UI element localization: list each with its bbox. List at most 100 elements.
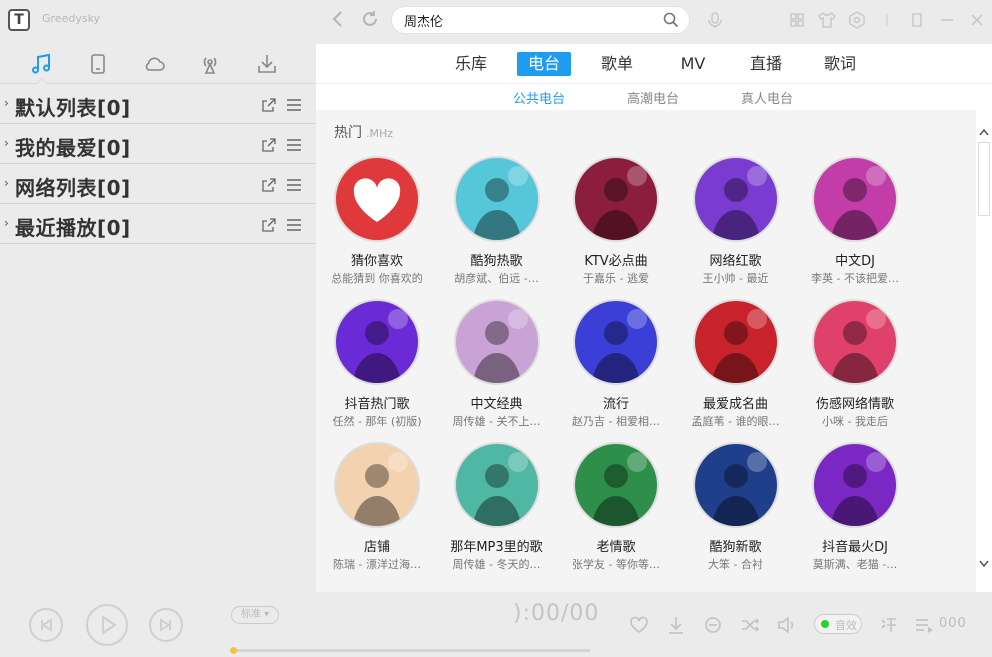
scrollbar[interactable]	[976, 128, 992, 576]
station-card[interactable]: 抖音热门歌 任然 - 那年 (初版)	[318, 299, 438, 439]
device-icon[interactable]	[86, 52, 110, 76]
subtab-climax-radio[interactable]: 高潮电台	[627, 88, 679, 107]
station-title: 抖音热门歌	[344, 397, 410, 412]
search-box[interactable]	[391, 6, 690, 34]
playlist-item[interactable]: › 网络列表[0]	[0, 164, 316, 204]
station-cover[interactable]	[573, 299, 659, 385]
station-cover[interactable]	[692, 442, 779, 528]
microphone-icon[interactable]	[700, 10, 730, 30]
tab-radio[interactable]: 电台	[517, 52, 571, 76]
subtab-live-voice-radio[interactable]: 真人电台	[741, 88, 793, 107]
station-card[interactable]: 店铺 陈瑞 - 漂洋过海…	[318, 442, 438, 582]
tab-library[interactable]: 乐库	[454, 52, 488, 76]
menu-icon[interactable]	[286, 97, 302, 111]
scroll-down-icon[interactable]	[979, 560, 989, 571]
station-card[interactable]: 流行 赵乃吉 - 相爱相…	[557, 299, 677, 439]
station-cover[interactable]	[334, 442, 420, 528]
station-card[interactable]: 猜你喜欢 总能猜到 你喜欢的	[318, 156, 438, 296]
search-input[interactable]	[404, 11, 654, 29]
time-display: ):00/00	[513, 601, 600, 626]
shuffle-icon[interactable]	[739, 614, 761, 636]
tab-playlists[interactable]: 歌单	[600, 52, 634, 76]
station-cover[interactable]	[812, 442, 898, 528]
station-card[interactable]: 酷狗热歌 胡彦斌、伯远 -…	[438, 156, 558, 296]
tab-mv[interactable]: MV	[676, 52, 710, 76]
settings-icon[interactable]	[842, 10, 872, 30]
top-tabs: 乐库 电台 歌单 MV 直播 歌词	[316, 44, 992, 84]
refresh-icon[interactable]	[360, 9, 380, 29]
close-icon[interactable]	[962, 10, 992, 30]
station-cover[interactable]	[334, 299, 420, 385]
mini-mode-icon[interactable]	[902, 10, 932, 30]
play-button[interactable]	[86, 604, 128, 646]
search-icon[interactable]	[663, 12, 679, 28]
subtab-public-radio[interactable]: 公共电台	[513, 88, 565, 107]
station-cover[interactable]	[812, 299, 898, 385]
station-cover[interactable]	[812, 156, 898, 242]
download-icon[interactable]	[255, 52, 279, 76]
playlist-item[interactable]: › 最近播放[0]	[0, 204, 316, 244]
share-icon[interactable]	[262, 177, 276, 192]
heart-icon[interactable]	[628, 614, 650, 636]
menu-icon[interactable]	[286, 217, 302, 231]
menu-icon[interactable]	[286, 177, 302, 191]
minimize-icon[interactable]	[932, 10, 962, 30]
back-arrow-icon[interactable]	[328, 9, 348, 29]
more-icon[interactable]	[702, 614, 724, 636]
chevron-right-icon[interactable]: ›	[4, 136, 9, 150]
skin-icon[interactable]	[812, 10, 842, 30]
playlist-icon[interactable]	[913, 614, 935, 636]
cloud-icon[interactable]	[142, 52, 166, 76]
progress-knob[interactable]	[230, 647, 237, 654]
station-card[interactable]: 酷狗新歌 大笨 - 合衬	[677, 442, 797, 582]
player-bar: 标准 ▾ ):00/00 音效 000	[0, 592, 992, 657]
chevron-right-icon[interactable]: ›	[4, 96, 9, 110]
station-card[interactable]: 老情歌 张学友 - 等你等…	[557, 442, 677, 582]
station-card[interactable]: 那年MP3里的歌 周传雄 - 冬天的…	[438, 442, 558, 582]
share-icon[interactable]	[262, 217, 276, 232]
app-grid-icon[interactable]	[782, 10, 812, 30]
tab-live[interactable]: 直播	[749, 52, 783, 76]
station-card[interactable]: 伤感网络情歌 小咪 - 我走后	[796, 299, 916, 439]
station-cover[interactable]	[573, 442, 659, 528]
scroll-up-icon[interactable]	[979, 128, 989, 139]
station-cover[interactable]	[573, 156, 659, 242]
station-title: KTV必点曲	[584, 254, 648, 269]
station-card[interactable]: 中文经典 周传雄 - 关不上…	[438, 299, 558, 439]
progress-bar[interactable]	[230, 647, 590, 654]
share-icon[interactable]	[262, 137, 276, 152]
station-subtitle: 张学友 - 等你等…	[572, 558, 660, 571]
music-note-icon[interactable]	[29, 52, 53, 76]
station-card[interactable]: 最爱成名曲 孟庭苇 - 谁的眼…	[677, 299, 797, 439]
playlist-item[interactable]: › 我的最爱[0]	[0, 124, 316, 164]
separator-icon	[872, 10, 902, 30]
quality-label: 标准	[240, 609, 261, 620]
station-card[interactable]: 中文DJ 李英 - 不该把爱…	[796, 156, 916, 296]
scrollbar-thumb[interactable]	[978, 142, 990, 216]
station-cover[interactable]	[692, 299, 779, 385]
station-card[interactable]: 抖音最火DJ 莫斯满、老猫 -…	[796, 442, 916, 582]
radio-icon[interactable]	[198, 52, 222, 76]
station-title: 店铺	[363, 540, 390, 555]
station-cover[interactable]	[453, 299, 540, 385]
next-button[interactable]	[149, 608, 183, 642]
station-cover[interactable]	[334, 156, 420, 242]
download-icon[interactable]	[665, 614, 687, 636]
station-cover[interactable]	[692, 156, 779, 242]
tab-lyrics[interactable]: 歌词	[823, 52, 857, 76]
chevron-right-icon[interactable]: ›	[4, 216, 9, 230]
volume-icon[interactable]	[776, 614, 798, 636]
playlist-item[interactable]: › 默认列表[0]	[0, 84, 316, 124]
menu-icon[interactable]	[286, 137, 302, 151]
share-icon[interactable]	[262, 97, 276, 112]
quality-selector[interactable]: 标准 ▾	[231, 606, 279, 624]
chevron-right-icon[interactable]: ›	[4, 176, 9, 190]
station-card[interactable]: KTV必点曲 于嘉乐 - 逃爱	[557, 156, 677, 296]
station-card[interactable]: 网络红歌 王小帅 - 最近	[677, 156, 797, 296]
previous-button[interactable]	[29, 608, 63, 642]
section-title-text: 热门	[334, 125, 362, 141]
station-cover[interactable]	[453, 442, 540, 528]
station-cover[interactable]	[453, 156, 540, 242]
sound-effect-toggle[interactable]: 音效	[814, 614, 862, 634]
lyrics-icon[interactable]	[878, 614, 900, 636]
